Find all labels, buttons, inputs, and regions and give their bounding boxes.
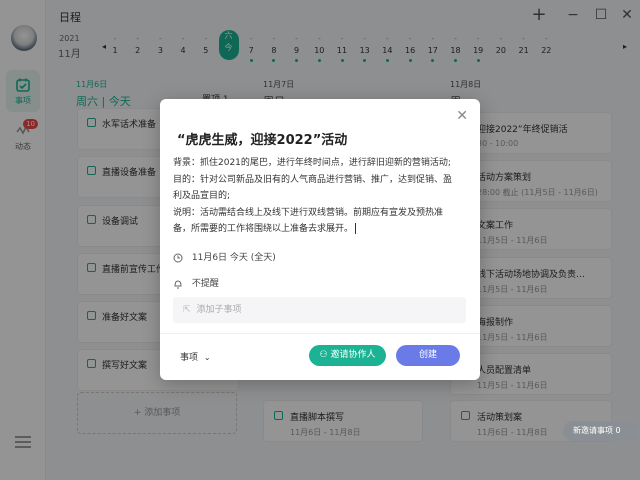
task-description-input[interactable]: 背景：抓住2021的尾巴，进行年终时间点，进行辞旧迎新的营销活动; 目的：针对公… [173,155,469,238]
description-line: 背景：抓住2021的尾巴，进行年终时间点，进行辞旧迎新的营销活动; [173,158,451,168]
clock-icon [173,253,183,262]
reminder-row[interactable]: 不提醒 [173,276,219,289]
person-icon: ⚇ [319,350,331,360]
date-row[interactable]: 11月6日 今天 (全天) [173,250,276,263]
chevron-down-icon: ⌄ [203,353,211,362]
description-line: 利及品宣目的; [173,191,231,201]
new-invite-tab[interactable]: 新邀请事项 0 [563,421,637,441]
date-value: 11月6日 今天 (全天) [191,253,276,263]
reminder-value: 不提醒 [191,279,219,289]
type-select[interactable]: 事项 ⌄ [180,350,211,363]
create-button[interactable]: 创建 [396,345,460,366]
subtask-input[interactable]: ⇱ 添加子事项 [173,297,466,323]
task-title-input[interactable]: “虎虎生威，迎接2022”活动 [177,129,347,148]
type-label: 事项 [180,353,199,363]
description-line: 说明：活动需结合线上及线下进行双线营销。前期应有宣发及预热准 [173,207,444,218]
subtask-icon: ⇱ [183,305,191,315]
subtask-placeholder: 添加子事项 [196,305,242,315]
create-task-dialog: ✕ “虎虎生威，迎接2022”活动 背景：抓住2021的尾巴，进行年终时间点，进… [160,99,480,380]
close-icon[interactable]: ✕ [456,108,468,124]
text-caret [355,223,357,234]
bell-icon [174,279,182,288]
description-line: 目的：针对公司新品及旧有的人气商品进行营销、推广，达到促销、盈 [173,174,453,185]
invite-label: 邀请协作人 [330,350,376,360]
description-line: 备，所需要的工作将围绕以上准备去求展开。 [173,224,354,234]
footer-divider [160,333,480,334]
invite-collaborator-button[interactable]: ⚇ 邀请协作人 [309,345,386,366]
